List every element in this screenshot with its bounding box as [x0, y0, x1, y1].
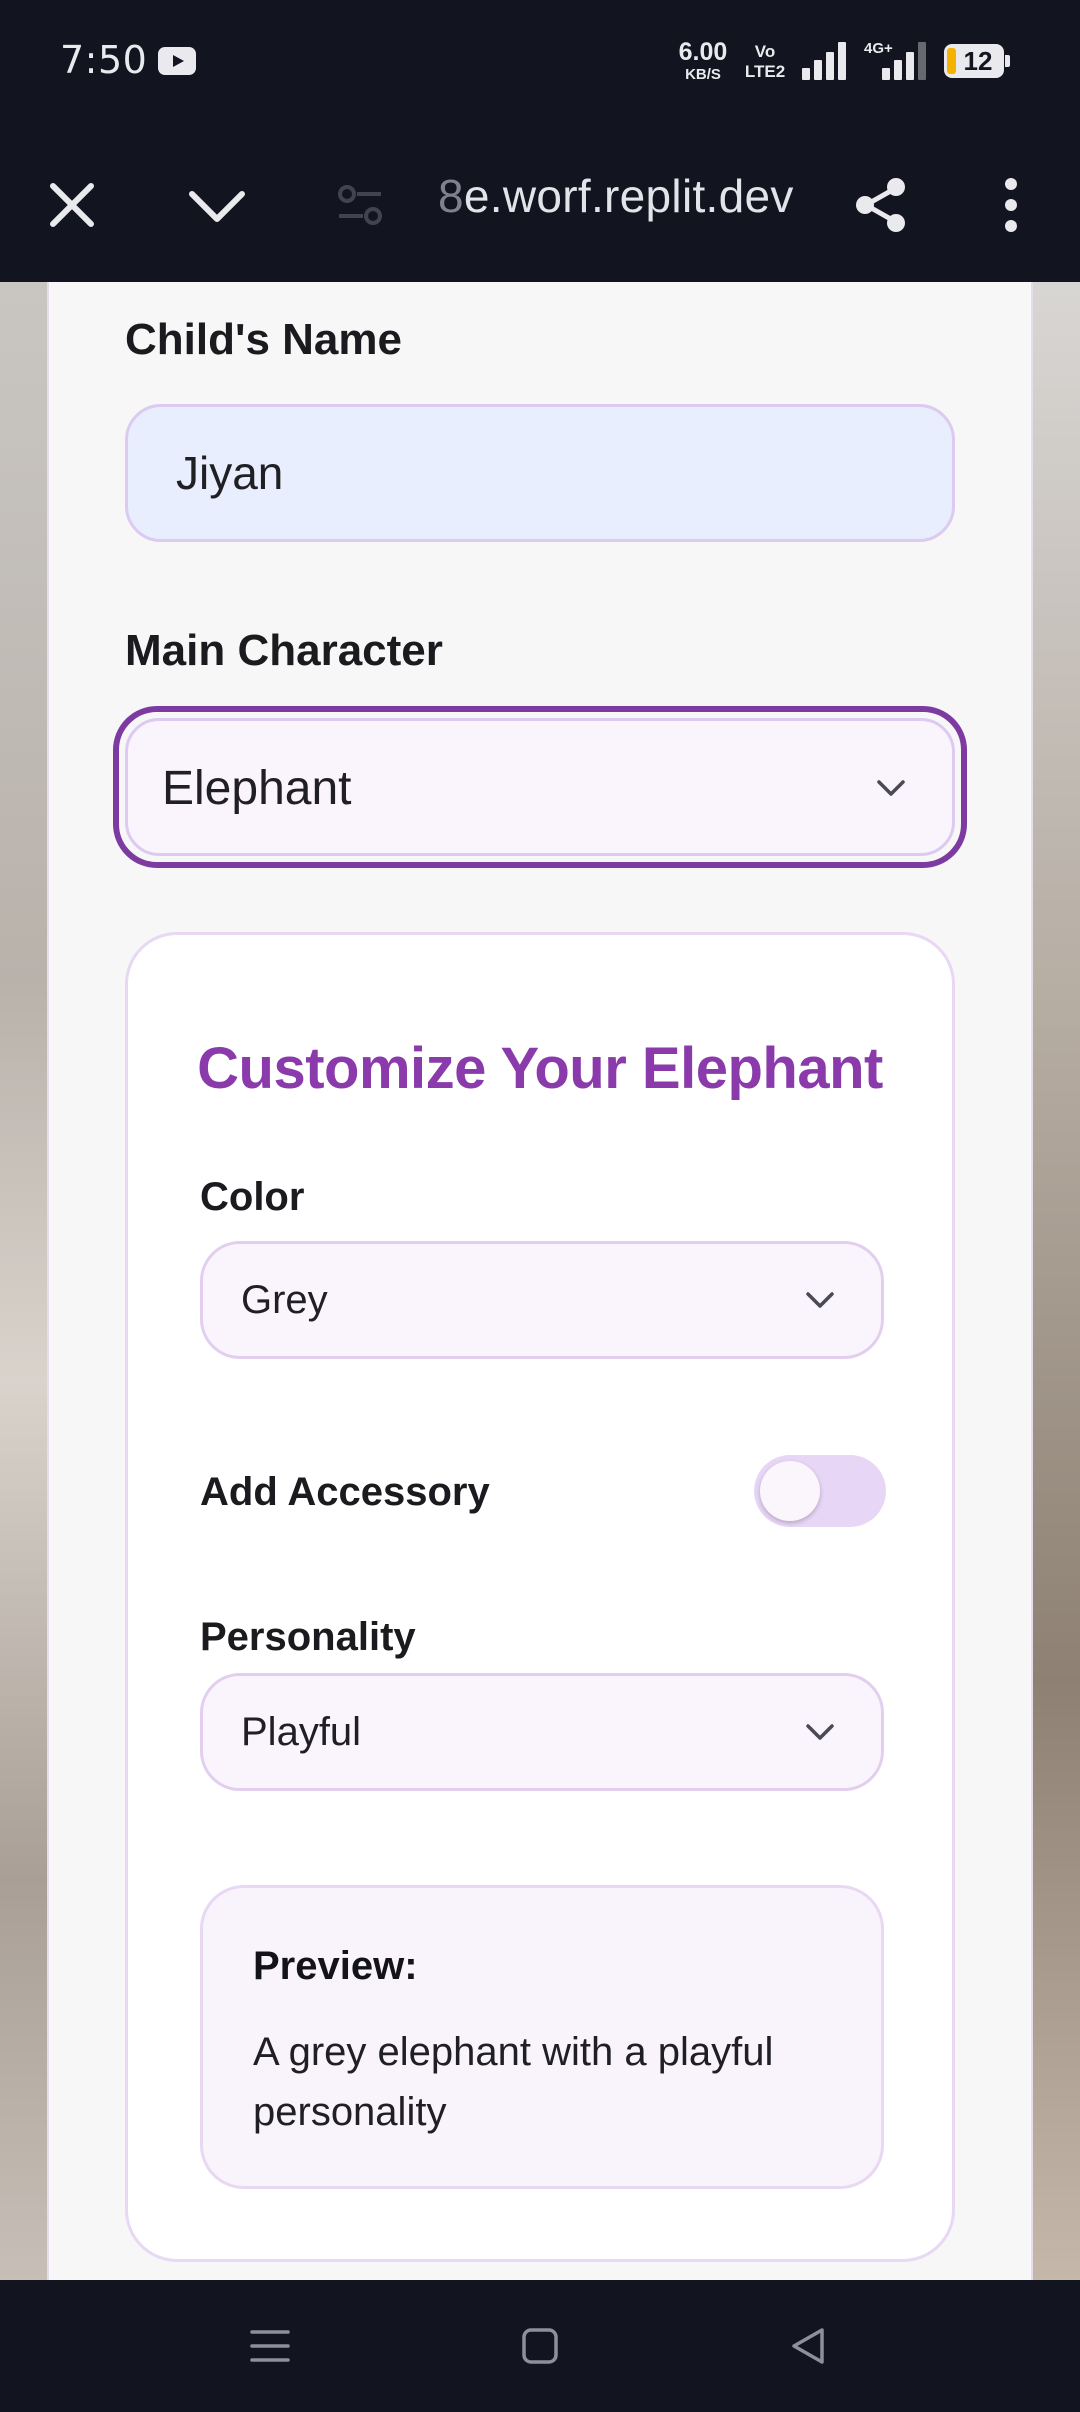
- more-vert-icon[interactable]: [976, 170, 1046, 240]
- volte-indicator: Vo LTE2: [740, 42, 790, 82]
- customize-panel: Customize Your Elephant Color Grey Add A…: [125, 932, 955, 2262]
- toggle-knob: [760, 1461, 820, 1521]
- story-form-card: Child's Name Main Character Elephant Cus…: [47, 282, 1033, 2280]
- volte-line-1: Vo: [754, 42, 776, 61]
- chevron-down-icon: [877, 780, 905, 796]
- chevron-down-icon: [806, 1292, 834, 1308]
- url-bar[interactable]: 8e.worf.replit.dev: [438, 169, 794, 223]
- preview-label: Preview:: [253, 1944, 418, 1988]
- volte-line-2: LTE2: [744, 62, 786, 81]
- main-character-label: Main Character: [125, 626, 443, 675]
- browser-toolbar: 8e.worf.replit.dev: [0, 125, 1080, 282]
- network-speed: 6.00 KB/S: [672, 38, 734, 83]
- color-select[interactable]: Grey: [200, 1241, 884, 1359]
- child-name-label: Child's Name: [125, 315, 402, 364]
- main-character-value: Elephant: [162, 762, 352, 815]
- battery-level: 12: [963, 46, 993, 76]
- accessory-label: Add Accessory: [200, 1470, 490, 1514]
- back-icon[interactable]: [786, 2324, 830, 2368]
- share-icon[interactable]: [846, 170, 916, 240]
- network-speed-unit: KB/S: [685, 66, 721, 83]
- color-label: Color: [200, 1175, 305, 1219]
- color-value: Grey: [241, 1278, 328, 1322]
- web-page: Child's Name Main Character Elephant Cus…: [0, 282, 1080, 2280]
- main-character-select[interactable]: Elephant: [113, 706, 967, 868]
- battery-icon: 12: [944, 44, 1010, 78]
- signal-strength-icon: [800, 42, 850, 80]
- chevron-down-icon: [806, 1724, 834, 1740]
- network-speed-value: 6.00: [678, 38, 728, 66]
- youtube-notification-icon: [158, 47, 196, 75]
- site-settings-icon[interactable]: [325, 170, 395, 240]
- preview-box: Preview: A grey elephant with a playful …: [200, 1885, 884, 2189]
- chevron-down-icon[interactable]: [182, 170, 252, 240]
- status-bar: 7:50 6.00 KB/S Vo LTE2 4G+ 12: [0, 0, 1080, 125]
- child-name-input[interactable]: [125, 404, 955, 542]
- status-time: 7:50: [60, 38, 148, 82]
- personality-label: Personality: [200, 1615, 416, 1659]
- signal-strength-2-icon: [880, 42, 930, 80]
- personality-select[interactable]: Playful: [200, 1673, 884, 1791]
- url-prefix: 8: [438, 170, 464, 222]
- customize-title: Customize Your Elephant: [197, 1036, 883, 1101]
- preview-text: A grey elephant with a playful personali…: [253, 2030, 774, 2134]
- close-icon[interactable]: [37, 170, 107, 240]
- recent-apps-icon[interactable]: [248, 2324, 292, 2368]
- system-nav-bar: [0, 2280, 1080, 2412]
- url-text: e.worf.replit.dev: [463, 170, 794, 222]
- personality-value: Playful: [241, 1710, 362, 1754]
- home-icon[interactable]: [518, 2324, 562, 2368]
- accessory-toggle[interactable]: [754, 1455, 886, 1527]
